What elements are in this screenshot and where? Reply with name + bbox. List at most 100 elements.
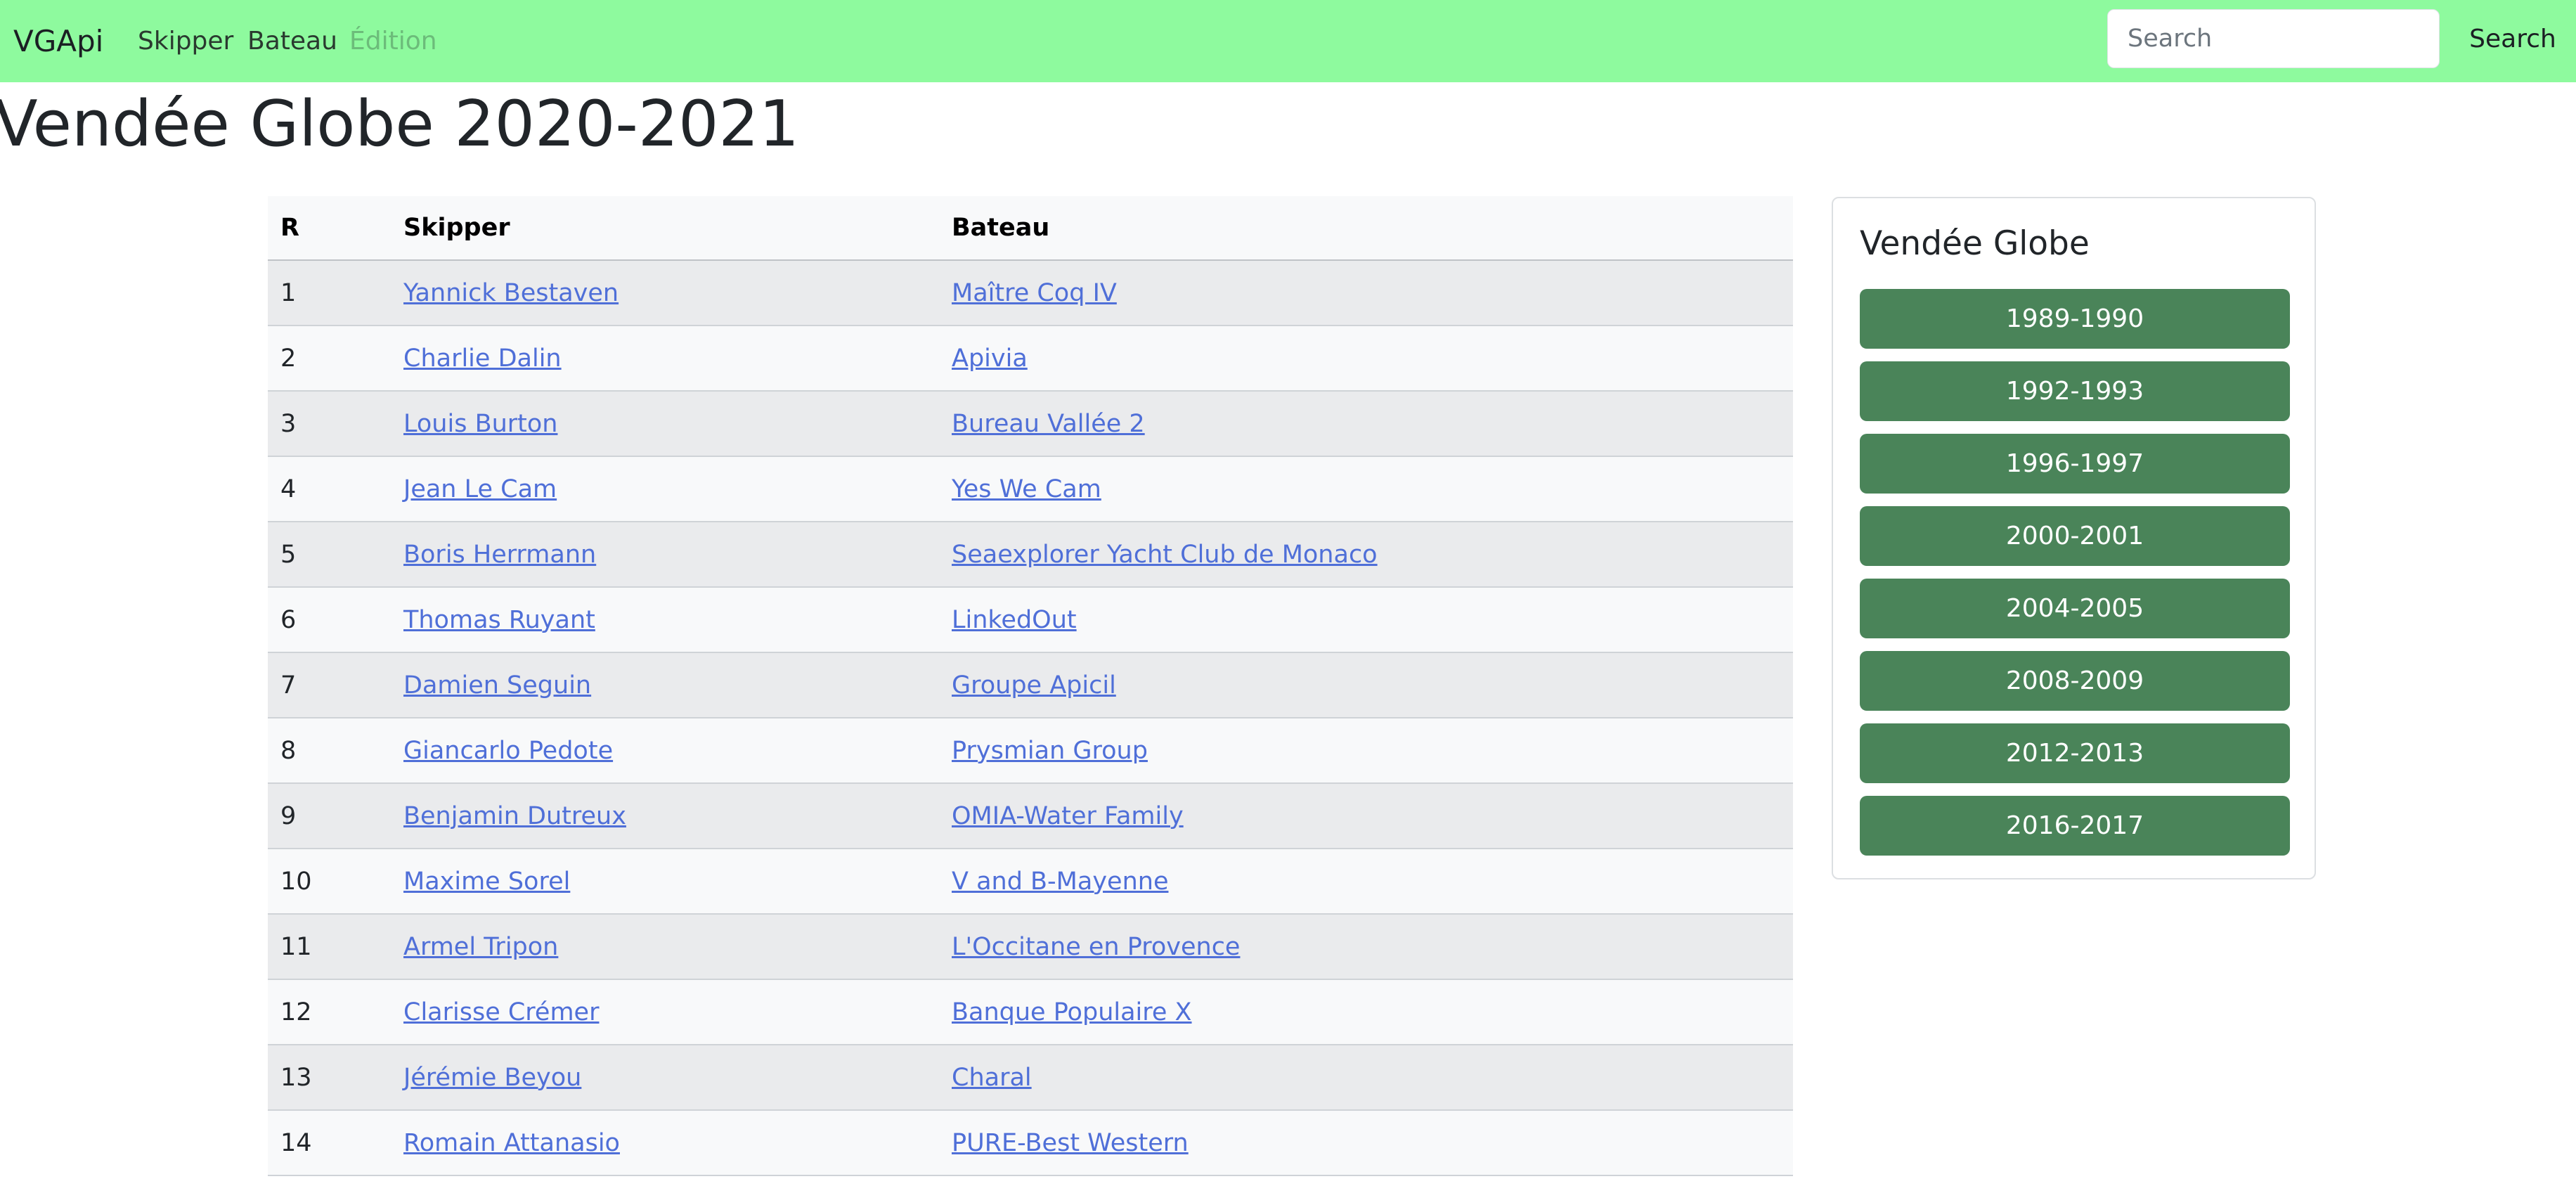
skipper-link[interactable]: Romain Attanasio xyxy=(403,1129,620,1157)
editions-card: Vendée Globe 1989-1990 1992-1993 1996-1997… xyxy=(1832,197,2316,879)
rank-cell: 8 xyxy=(268,718,391,784)
skipper-cell: Louis Burton xyxy=(391,391,939,457)
skipper-cell: Maxime Sorel xyxy=(391,849,939,915)
edition-button-2000-2001[interactable]: 2000-2001 xyxy=(1860,506,2290,566)
edition-button-1992-1993[interactable]: 1992-1993 xyxy=(1860,361,2290,421)
rank-cell: 4 xyxy=(268,456,391,522)
skipper-link[interactable]: Boris Herrmann xyxy=(403,541,596,569)
skipper-cell: Benjamin Dutreux xyxy=(391,783,939,849)
table-body: 1 Yannick Bestaven Maître Coq IV 2 Charlie D… xyxy=(268,260,1793,1176)
table-row: 3 Louis Burton Bureau Vallée 2 xyxy=(268,391,1793,457)
search-button[interactable]: Search xyxy=(2460,9,2565,68)
table-row: 6 Thomas Ruyant LinkedOut xyxy=(268,587,1793,653)
skipper-link[interactable]: Armel Tripon xyxy=(403,933,558,961)
rank-cell: 12 xyxy=(268,979,391,1045)
skipper-cell: Giancarlo Pedote xyxy=(391,718,939,784)
boat-cell: OMIA-Water Family xyxy=(939,783,1793,849)
rank-cell: 10 xyxy=(268,849,391,915)
skipper-link[interactable]: Yannick Bestaven xyxy=(403,279,619,307)
table-row: 12 Clarisse Crémer Banque Populaire X xyxy=(268,979,1793,1045)
table-row: 11 Armel Tripon L'Occitane en Provence xyxy=(268,914,1793,980)
skipper-cell: Clarisse Crémer xyxy=(391,979,939,1045)
skipper-cell: Armel Tripon xyxy=(391,914,939,980)
nav-link-skipper[interactable]: Skipper xyxy=(138,0,233,82)
table-row: 2 Charlie Dalin Apivia xyxy=(268,325,1793,392)
table-row: 14 Romain Attanasio PURE-Best Western xyxy=(268,1110,1793,1176)
boat-cell: Prysmian Group xyxy=(939,718,1793,784)
boat-cell: Maître Coq IV xyxy=(939,260,1793,326)
skipper-cell: Boris Herrmann xyxy=(391,522,939,588)
table-row: 4 Jean Le Cam Yes We Cam xyxy=(268,456,1793,522)
brand-link[interactable]: VGApi xyxy=(13,0,103,82)
nav-link-bateau[interactable]: Bateau xyxy=(247,0,337,82)
skipper-cell: Romain Attanasio xyxy=(391,1110,939,1176)
skipper-link[interactable]: Benjamin Dutreux xyxy=(403,802,626,830)
boat-cell: Seaexplorer Yacht Club de Monaco xyxy=(939,522,1793,588)
skipper-link[interactable]: Thomas Ruyant xyxy=(403,606,595,634)
boat-cell: Groupe Apicil xyxy=(939,652,1793,718)
boat-cell: Banque Populaire X xyxy=(939,979,1793,1045)
table-header-row: R Skipper Bateau xyxy=(268,196,1793,261)
boat-cell: PURE-Best Western xyxy=(939,1110,1793,1176)
skipper-link[interactable]: Damien Seguin xyxy=(403,671,591,700)
table-row: 1 Yannick Bestaven Maître Coq IV xyxy=(268,260,1793,326)
table-row: 5 Boris Herrmann Seaexplorer Yacht Club de… xyxy=(268,522,1793,588)
boat-link[interactable]: Yes We Cam xyxy=(952,475,1101,503)
skipper-cell: Thomas Ruyant xyxy=(391,587,939,653)
edition-button-1996-1997[interactable]: 1996-1997 xyxy=(1860,434,2290,494)
rank-cell: 5 xyxy=(268,522,391,588)
boat-link[interactable]: Apivia xyxy=(952,344,1028,373)
results-table: R Skipper Bateau 1 Yannick Bestaven Maître… xyxy=(268,196,1793,1176)
rank-cell: 3 xyxy=(268,391,391,457)
skipper-cell: Jérémie Beyou xyxy=(391,1045,939,1111)
rank-cell: 1 xyxy=(268,260,391,326)
header-boat: Bateau xyxy=(939,196,1793,261)
page-title: Vendée Globe 2020-2021 xyxy=(0,87,799,161)
skipper-link[interactable]: Clarisse Crémer xyxy=(403,998,599,1026)
boat-cell: Bureau Vallée 2 xyxy=(939,391,1793,457)
skipper-link[interactable]: Jean Le Cam xyxy=(403,475,557,503)
boat-link[interactable]: OMIA-Water Family xyxy=(952,802,1184,830)
skipper-link[interactable]: Charlie Dalin xyxy=(403,344,562,373)
boat-link[interactable]: V and B-Mayenne xyxy=(952,868,1168,896)
skipper-cell: Yannick Bestaven xyxy=(391,260,939,326)
skipper-link[interactable]: Maxime Sorel xyxy=(403,868,570,896)
skipper-cell: Damien Seguin xyxy=(391,652,939,718)
boat-cell: Apivia xyxy=(939,325,1793,392)
boat-link[interactable]: Charal xyxy=(952,1064,1032,1092)
card-title: Vendée Globe xyxy=(1860,224,2090,263)
nav-link-edition: Édition xyxy=(349,27,437,56)
skipper-cell: Charlie Dalin xyxy=(391,325,939,392)
boat-link[interactable]: LinkedOut xyxy=(952,606,1077,634)
table-row: 10 Maxime Sorel V and B-Mayenne xyxy=(268,849,1793,915)
edition-button-2016-2017[interactable]: 2016-2017 xyxy=(1860,796,2290,856)
table-row: 7 Damien Seguin Groupe Apicil xyxy=(268,652,1793,718)
boat-link[interactable]: Maître Coq IV xyxy=(952,279,1117,307)
search-input[interactable] xyxy=(2107,9,2440,68)
boat-link[interactable]: Bureau Vallée 2 xyxy=(952,410,1145,438)
boat-cell: L'Occitane en Provence xyxy=(939,914,1793,980)
skipper-link[interactable]: Jérémie Beyou xyxy=(403,1064,581,1092)
boat-link[interactable]: Seaexplorer Yacht Club de Monaco xyxy=(952,541,1378,569)
rank-cell: 9 xyxy=(268,783,391,849)
skipper-link[interactable]: Giancarlo Pedote xyxy=(403,737,613,765)
boat-cell: Charal xyxy=(939,1045,1793,1111)
boat-cell: V and B-Mayenne xyxy=(939,849,1793,915)
boat-link[interactable]: Prysmian Group xyxy=(952,737,1148,765)
boat-cell: LinkedOut xyxy=(939,587,1793,653)
edition-button-2004-2005[interactable]: 2004-2005 xyxy=(1860,579,2290,638)
boat-link[interactable]: Groupe Apicil xyxy=(952,671,1116,700)
edition-button-2012-2013[interactable]: 2012-2013 xyxy=(1860,723,2290,783)
navbar: VGApi Skipper Bateau Édition Search xyxy=(0,0,2576,82)
edition-button-2008-2009[interactable]: 2008-2009 xyxy=(1860,651,2290,711)
rank-cell: 7 xyxy=(268,652,391,718)
skipper-link[interactable]: Louis Burton xyxy=(403,410,557,438)
table-row: 9 Benjamin Dutreux OMIA-Water Family xyxy=(268,783,1793,849)
skipper-cell: Jean Le Cam xyxy=(391,456,939,522)
edition-button-1989-1990[interactable]: 1989-1990 xyxy=(1860,289,2290,349)
header-skipper: Skipper xyxy=(391,196,939,261)
table-row: 13 Jérémie Beyou Charal xyxy=(268,1045,1793,1111)
boat-link[interactable]: L'Occitane en Provence xyxy=(952,933,1240,961)
boat-link[interactable]: Banque Populaire X xyxy=(952,998,1192,1026)
boat-link[interactable]: PURE-Best Western xyxy=(952,1129,1189,1157)
